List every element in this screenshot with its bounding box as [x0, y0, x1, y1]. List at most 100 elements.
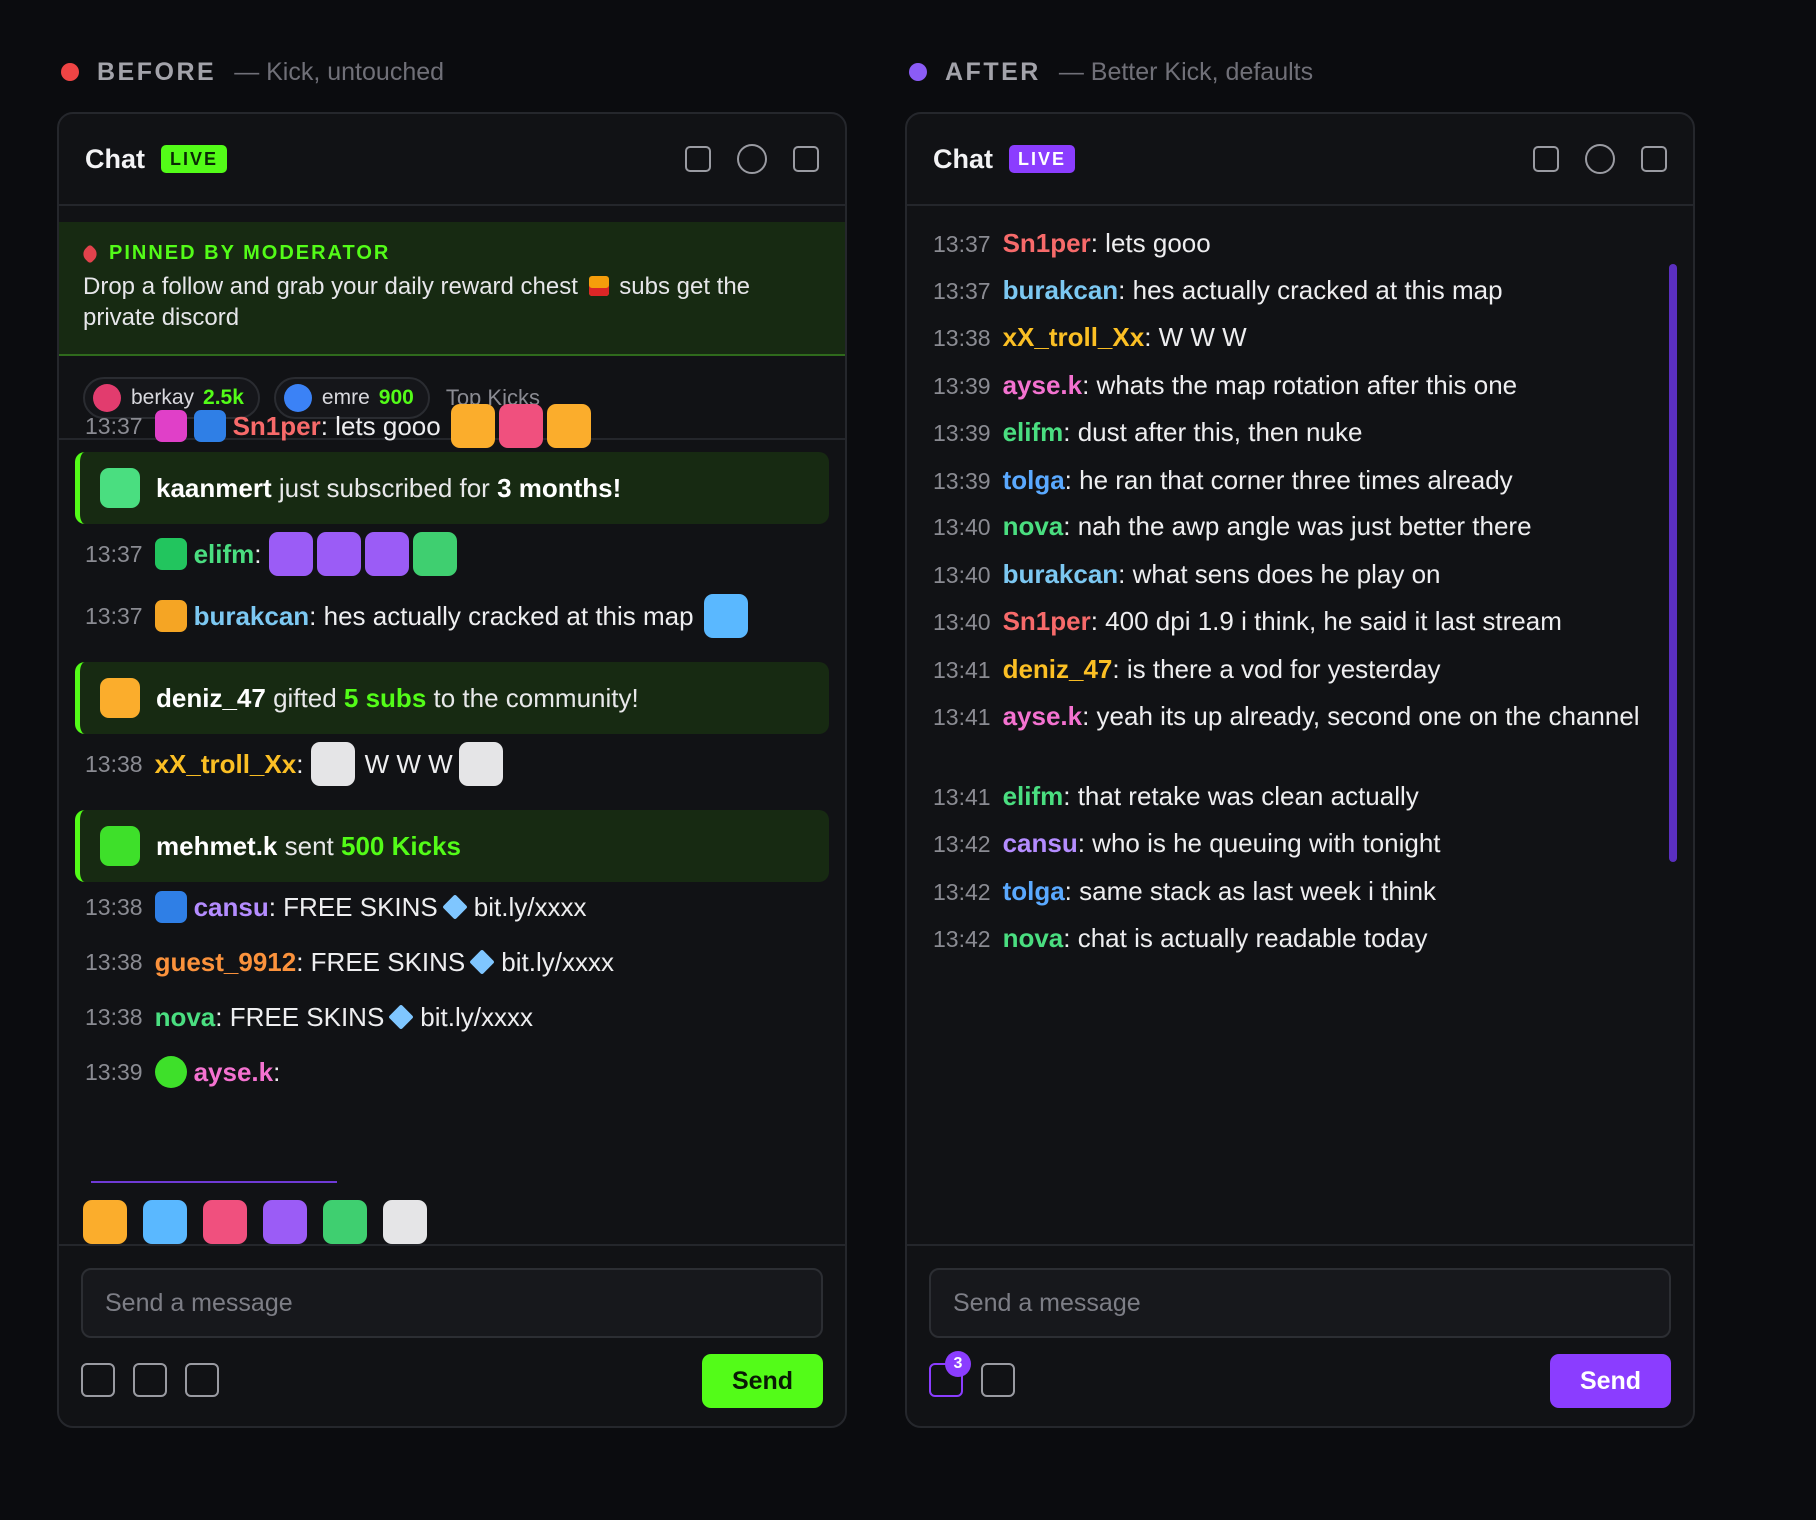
before-sublabel: — Kick, untouched — [234, 57, 445, 86]
message-input[interactable] — [81, 1268, 823, 1338]
timestamp: 13:39 — [933, 373, 991, 399]
chat-message: 13:37 burakcan: hes actually cracked at t… — [933, 275, 1503, 305]
username[interactable]: elifm — [1003, 417, 1064, 447]
message-text: is there a vod for yesterday — [1126, 654, 1441, 684]
chat-message: 13:41 elifm: that retake was clean actual… — [933, 781, 1419, 811]
timestamp: 13:42 — [933, 831, 991, 857]
timestamp: 13:40 — [933, 514, 991, 540]
gift-sub-icon[interactable] — [133, 1363, 167, 1397]
gift-sub-icon — [100, 678, 140, 718]
username[interactable]: Sn1per — [1003, 228, 1091, 258]
live-badge: LIVE — [1009, 145, 1076, 173]
badge-icon — [154, 1056, 187, 1088]
emote-picker-icon[interactable]: 3 — [929, 1351, 971, 1397]
username[interactable]: xX_troll_Xx — [155, 747, 297, 781]
username[interactable]: Sn1per — [233, 409, 321, 443]
message-text: what sens does he play on — [1132, 559, 1441, 589]
status-dot-icon — [61, 63, 79, 81]
chat-message: 13:38 nova: FREE SKINS bit.ly/xxxx — [85, 1000, 533, 1034]
emote-icon[interactable] — [263, 1200, 307, 1244]
username[interactable]: burakcan — [194, 599, 310, 633]
users-icon[interactable] — [737, 144, 767, 174]
emote-icon — [268, 532, 313, 576]
chat-footer: 3 Send — [907, 1244, 1693, 1426]
chat-message: 13:41 deniz_47: is there a vod for yester… — [933, 654, 1441, 684]
username[interactable]: nova — [155, 1000, 216, 1034]
chat-title: Chat — [85, 143, 145, 174]
message-text: hes actually cracked at this map — [1132, 275, 1503, 305]
pinned-heading: PINNED BY MODERATOR — [109, 242, 391, 264]
gift-event: deniz_47 gifted 5 subs to the community! — [75, 662, 829, 734]
timestamp: 13:40 — [933, 562, 991, 588]
message-input[interactable] — [929, 1268, 1671, 1338]
chat-tools: 3 — [929, 1351, 1015, 1397]
timestamp: 13:38 — [933, 325, 991, 351]
timestamp: 13:41 — [933, 657, 991, 683]
username[interactable]: burakcan — [1003, 559, 1119, 589]
settings-icon[interactable] — [1641, 146, 1667, 172]
emote-icon[interactable] — [203, 1200, 247, 1244]
timestamp: 13:39 — [933, 420, 991, 446]
chat-panel-after: Chat LIVE 13:37 Sn1per: lets gooo 13:37 bur… — [905, 112, 1695, 1428]
emote-icon[interactable] — [83, 1200, 127, 1244]
emote-icon[interactable] — [143, 1200, 187, 1244]
notification-badge: 3 — [945, 1351, 971, 1377]
chat-message: 13:38 cansu: FREE SKINS bit.ly/xxxx — [85, 890, 587, 924]
username[interactable]: tolga — [1003, 465, 1065, 495]
message-text: nah the awp angle was just better there — [1077, 511, 1532, 541]
scrollbar[interactable] — [1669, 264, 1677, 862]
kicks-event: mehmet.k sent 500 Kicks — [75, 810, 829, 882]
emote-icon — [310, 742, 355, 786]
username[interactable]: nova — [1003, 511, 1064, 541]
username[interactable]: elifm — [1003, 781, 1064, 811]
users-icon[interactable] — [1585, 144, 1615, 174]
kicks-icon — [100, 826, 140, 866]
username[interactable]: cansu — [194, 890, 269, 924]
username[interactable]: tolga — [1003, 876, 1065, 906]
emote-icon[interactable] — [323, 1200, 367, 1244]
emote-icon[interactable] — [383, 1200, 427, 1244]
header-actions — [1533, 144, 1667, 174]
username[interactable]: burakcan — [1003, 275, 1119, 305]
send-button[interactable]: Send — [1550, 1354, 1671, 1408]
chat-message: 13:37 elifm: — [85, 532, 819, 576]
timestamp: 13:42 — [933, 879, 991, 905]
pinned-text: Drop a follow and grab your daily reward… — [83, 273, 751, 331]
emote-picker-icon[interactable] — [81, 1363, 115, 1397]
username[interactable]: deniz_47 — [1003, 654, 1113, 684]
username[interactable]: guest_9912 — [155, 945, 297, 979]
username[interactable]: cansu — [1003, 828, 1078, 858]
username[interactable]: ayse.k — [1003, 370, 1083, 400]
chat-title: Chat — [933, 143, 993, 174]
chat-tools — [81, 1363, 219, 1397]
send-button[interactable]: Send — [702, 1354, 823, 1408]
message-text: he ran that corner three times already — [1079, 465, 1513, 495]
timestamp: 13:39 — [933, 468, 991, 494]
message-text: W W W — [1158, 322, 1247, 352]
chat-message: 13:42 nova: chat is actually readable tod… — [933, 923, 1428, 953]
timestamp: 13:41 — [933, 784, 991, 810]
popout-icon[interactable] — [1533, 146, 1559, 172]
username[interactable]: nova — [1003, 923, 1064, 953]
message-text: 400 dpi 1.9 i think, he said it last str… — [1105, 606, 1562, 636]
kicks-icon[interactable] — [185, 1363, 219, 1397]
username[interactable]: Sn1per — [1003, 606, 1091, 636]
username[interactable]: ayse.k — [194, 1055, 274, 1089]
username[interactable]: elifm — [194, 537, 255, 571]
timestamp: 13:37 — [933, 231, 991, 257]
popout-icon[interactable] — [685, 146, 711, 172]
chat-message: 13:39 ayse.k: whats the map rotation afte… — [933, 370, 1518, 400]
emote-tray — [83, 1200, 427, 1244]
gift-icon — [588, 276, 609, 296]
settings-icon[interactable] — [981, 1363, 1015, 1397]
emote-icon — [316, 532, 361, 576]
username[interactable]: ayse.k — [1003, 701, 1083, 731]
after-label: AFTER — [945, 57, 1041, 86]
divider — [91, 1181, 337, 1183]
chat-message: 13:39 tolga: he ran that corner three tim… — [933, 465, 1513, 495]
settings-icon[interactable] — [793, 146, 819, 172]
chat-message: 13:38 guest_9912: FREE SKINS bit.ly/xxxx — [85, 945, 614, 979]
username[interactable]: xX_troll_Xx — [1003, 322, 1145, 352]
chat-panel-before: Chat LIVE PINNED BY MODERATOR Drop a fol… — [57, 112, 847, 1428]
gem-icon — [388, 1004, 415, 1030]
